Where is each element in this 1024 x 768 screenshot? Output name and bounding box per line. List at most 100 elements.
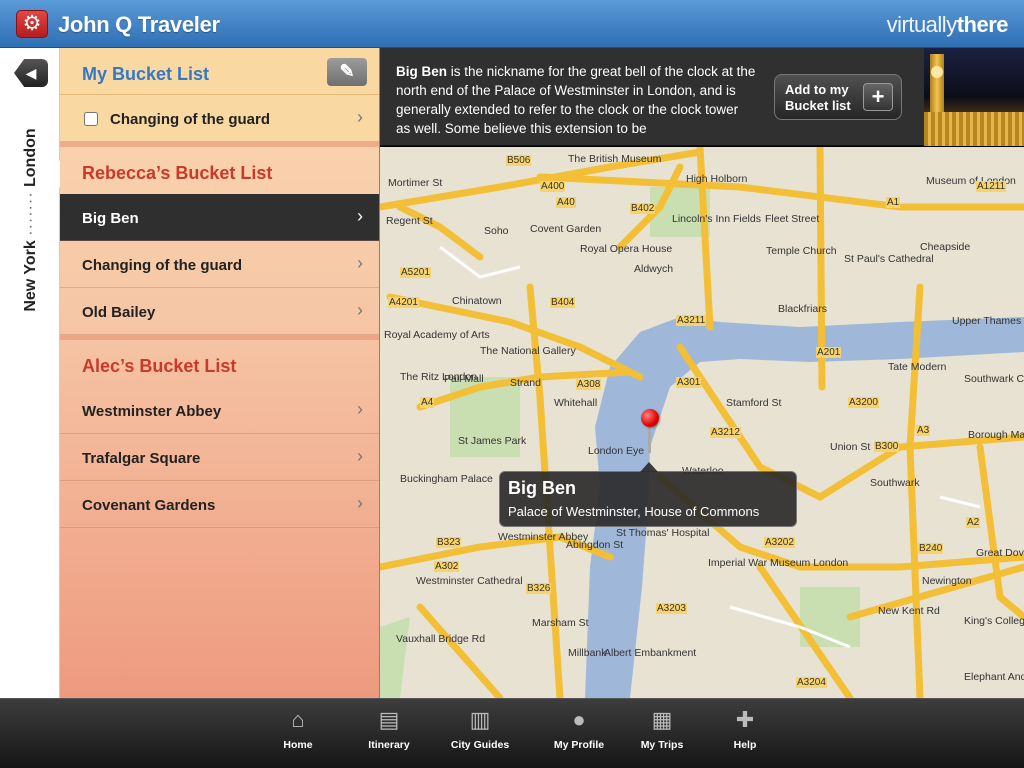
tab-home[interactable]: ⌂ Home: [258, 707, 338, 751]
road-label: A2: [966, 517, 981, 528]
place-label: London Eye: [588, 445, 645, 457]
map-callout[interactable]: Big Ben Palace of Westminster, House of …: [499, 462, 797, 527]
place-label: King's College London: [964, 615, 1024, 627]
map-pin-stem: [648, 425, 651, 453]
map-pin-icon[interactable]: [641, 409, 659, 427]
road-label: B326: [526, 583, 552, 594]
street-label: Aldwych: [634, 263, 674, 275]
place-label: Southwark Cathedral: [964, 373, 1024, 385]
road-label: A1211: [976, 181, 1007, 192]
callout-title: Big Ben: [508, 478, 577, 498]
help-icon: ✚: [735, 707, 755, 732]
road-label: A201: [816, 347, 842, 358]
place-label: Borough Market: [968, 429, 1024, 441]
place-label: St Paul's Cathedral: [844, 253, 934, 265]
rebecca-bucket-list-header: Rebecca’s Bucket List: [82, 163, 273, 183]
street-label: Regent St: [386, 215, 433, 227]
place-label: The National Gallery: [480, 345, 576, 357]
chevron-right-icon: ›: [357, 107, 363, 127]
road-label: A3200: [848, 397, 879, 408]
tab-my-trips[interactable]: ▦ My Trips: [622, 707, 702, 751]
road-label: A3204: [796, 677, 827, 688]
item-checkbox[interactable]: [84, 112, 98, 126]
chevron-right-icon: ›: [357, 206, 363, 226]
big-ben-thumbnail[interactable]: [924, 48, 1024, 146]
place-label: Blackfriars: [778, 303, 828, 315]
city-route-label: New York ······· London: [17, 100, 45, 340]
my-bucket-list-header: My Bucket List ✎: [60, 48, 379, 95]
route-separator: ·······: [22, 191, 39, 236]
map-view[interactable]: The British Museum Soho Covent Garden Ro…: [380, 147, 1024, 698]
street-label: Pall Mall: [444, 373, 484, 385]
road-label: A302: [434, 561, 460, 572]
road-label: A400: [540, 181, 566, 192]
place-label: Westminster Cathedral: [416, 575, 523, 587]
street-label: Stamford St: [726, 397, 782, 409]
tab-bar: ⌂ Home ▤ Itinerary ▥ City Guides ● My Profil…: [0, 698, 1024, 768]
road-label: A1: [886, 197, 901, 208]
road-label: A308: [576, 379, 602, 390]
add-to-bucket-list-button[interactable]: Add to my Bucket list +: [774, 74, 902, 120]
list-item-big-ben[interactable]: Big Ben ›: [60, 194, 379, 241]
place-label: Fleet Street: [765, 213, 820, 225]
app-title: John Q Traveler: [58, 12, 220, 37]
road-label: A4: [420, 397, 435, 408]
road-label: A3202: [764, 537, 795, 548]
place-label: Lincoln's Inn Fields: [672, 213, 761, 225]
tab-help[interactable]: ✚ Help: [705, 707, 785, 751]
road-label: A3203: [656, 603, 687, 614]
road-label: B404: [550, 297, 576, 308]
list-item[interactable]: Changing of the guard ›: [60, 95, 379, 142]
road-label: B402: [630, 203, 656, 214]
list-item[interactable]: Changing of the guard ›: [60, 241, 379, 288]
place-label: Royal Academy of Arts: [384, 329, 490, 341]
brand-logo: virtuallythere: [886, 12, 1009, 37]
place-label: Buckingham Palace: [400, 473, 493, 485]
street-label: Cheapside: [920, 241, 971, 253]
road-label: A3211: [676, 315, 707, 326]
settings-gear-icon[interactable]: ⚙: [16, 10, 48, 38]
person-icon: ●: [572, 707, 586, 732]
street-label: Millbank: [568, 647, 607, 659]
back-arrow-icon[interactable]: ◀: [14, 59, 48, 87]
list-item[interactable]: Trafalgar Square ›: [60, 434, 379, 481]
place-label: Union St: [830, 441, 871, 453]
map-icon: ▥: [469, 707, 491, 732]
route-from: New York: [22, 240, 39, 312]
street-label: Albert Embankment: [604, 647, 697, 659]
app: ⚙ John Q Traveler virtuallythere ◀ New Y…: [0, 0, 1024, 768]
place-label: The British Museum: [568, 153, 662, 165]
side-tab: ◀ New York ······· London: [0, 48, 71, 698]
place-label: Elephant And Castle: [964, 671, 1024, 683]
street-label: Great Dover St: [976, 547, 1024, 559]
street-label: High Holborn: [686, 173, 748, 185]
place-label: St James Park: [458, 435, 527, 447]
road-label: B300: [874, 441, 900, 452]
place-label: Temple Church: [766, 245, 837, 257]
road-label: A4201: [388, 297, 419, 308]
bucket-list-panel: My Bucket List ✎ Changing of the guard › …: [60, 48, 380, 698]
itinerary-icon: ▤: [378, 707, 400, 732]
place-label: Strand: [510, 377, 541, 389]
chevron-right-icon: ›: [357, 300, 363, 320]
description-text: Big Ben is the nickname for the great be…: [396, 64, 756, 136]
edit-list-icon[interactable]: ✎: [327, 58, 367, 86]
list-item[interactable]: Westminster Abbey ›: [60, 387, 379, 434]
street-label: Upper Thames St: [952, 315, 1024, 327]
street-label: Vauxhall Bridge Rd: [396, 633, 486, 645]
route-to: London: [22, 128, 39, 187]
street-label: Mortimer St: [388, 177, 443, 189]
list-item[interactable]: Covenant Gardens ›: [60, 481, 379, 528]
trips-icon: ▦: [651, 707, 673, 732]
list-item[interactable]: Old Bailey ›: [60, 288, 379, 335]
road-label: B240: [918, 543, 944, 554]
tab-itinerary[interactable]: ▤ Itinerary: [349, 707, 429, 751]
chevron-right-icon: ›: [357, 253, 363, 273]
place-label: Chinatown: [452, 295, 502, 307]
place-label: Southwark: [870, 477, 920, 489]
tab-city-guides[interactable]: ▥ City Guides: [440, 707, 520, 751]
road-label: A301: [676, 377, 702, 388]
road-label: B323: [436, 537, 462, 548]
tab-my-profile[interactable]: ● My Profile: [539, 707, 619, 751]
road-label: A3212: [710, 427, 741, 438]
